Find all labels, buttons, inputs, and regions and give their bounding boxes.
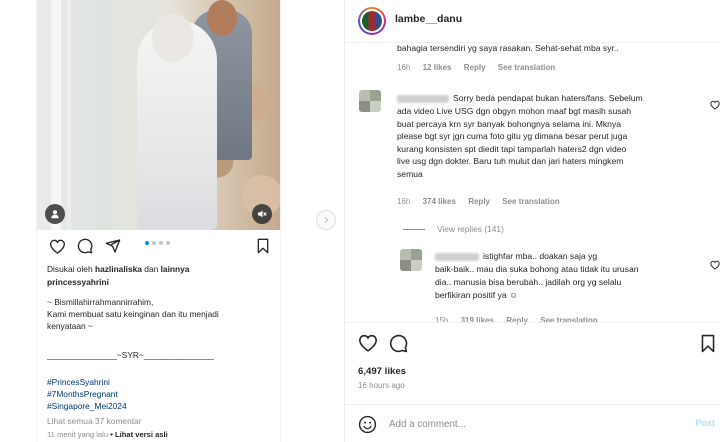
comment-text: live usg dgn dokter. Baru tuh mulut dan … bbox=[397, 156, 624, 166]
next-arrow-button[interactable] bbox=[316, 210, 336, 230]
reply-button[interactable]: Reply bbox=[464, 63, 486, 72]
comment-text: bahagia tersendiri yg saya rasakan. Seha… bbox=[397, 43, 619, 53]
hashtag-link[interactable]: #PrincesSyahrini bbox=[47, 376, 277, 388]
liked-by-prefix: Disukai oleh bbox=[47, 264, 93, 274]
see-translation-link[interactable]: See translation bbox=[502, 197, 559, 206]
add-comment-bar: Post bbox=[345, 404, 720, 442]
post-time: 11 menit yang lalu bbox=[47, 430, 109, 439]
like-comment-heart-icon[interactable] bbox=[710, 100, 720, 110]
liked-by-line: Disukai oleh hazlinaliska dan lainnya bbox=[47, 263, 277, 275]
comment-likes[interactable]: 12 likes bbox=[423, 63, 452, 72]
commenter-username-blurred[interactable] bbox=[397, 95, 449, 103]
tagged-user-icon[interactable] bbox=[45, 204, 65, 224]
share-icon[interactable] bbox=[103, 236, 123, 256]
view-replies-button[interactable]: View replies (141) bbox=[403, 224, 504, 234]
embedded-post-screenshot: Disukai oleh hazlinaliska dan lainnya pr… bbox=[36, 0, 281, 442]
header-username[interactable]: lambe__danu bbox=[395, 13, 462, 25]
comment-meta: 16h 12 likes Reply See translation bbox=[397, 63, 565, 72]
comment-text: ada video Live USG dgn obgyn mohon maaf … bbox=[397, 106, 632, 116]
comment-time: 16h bbox=[397, 63, 411, 72]
heart-icon[interactable] bbox=[357, 332, 379, 354]
comment-text: please bgt syr jgn cuma foto gitu yg dim… bbox=[397, 131, 628, 141]
post-time-line: 11 menit yang lalu • Lihat versi asli bbox=[47, 429, 277, 441]
caption-line: ~ Bismillahirrahmannirrahim, bbox=[47, 297, 154, 307]
see-translation-link[interactable]: See translation bbox=[498, 63, 555, 72]
view-replies-label: View replies (141) bbox=[437, 224, 504, 234]
hashtag-link[interactable]: #7MonthsPregnant bbox=[47, 388, 277, 400]
caption-line: Kami membuat satu keinginan dan itu menj… bbox=[47, 309, 219, 319]
reply-text: berfikiran positif ya ☺ bbox=[435, 290, 518, 300]
view-replies-line bbox=[403, 228, 425, 230]
post-header: lambe__danu bbox=[345, 0, 720, 42]
reply-button[interactable]: Reply bbox=[468, 197, 490, 206]
liked-by-and: dan bbox=[144, 264, 159, 274]
liked-by-others[interactable]: lainnya bbox=[161, 264, 190, 274]
reply-text: baik-baik.. mau dia suka bohong atau tid… bbox=[435, 264, 639, 274]
reply-likes[interactable]: 319 likes bbox=[461, 316, 494, 325]
reply-text: istighfar mba.. doakan saja yg bbox=[483, 251, 598, 261]
add-comment-input[interactable] bbox=[389, 417, 689, 431]
liked-by-user[interactable]: hazlinaliska bbox=[95, 264, 142, 274]
see-translation-link[interactable]: See translation bbox=[540, 316, 597, 325]
comment-meta: 16h 374 likes Reply See translation bbox=[397, 197, 570, 206]
post-photo[interactable] bbox=[37, 0, 280, 230]
comment-time: 16h bbox=[397, 197, 411, 206]
comment-icon[interactable] bbox=[75, 236, 95, 256]
commenter-avatar[interactable] bbox=[359, 90, 381, 112]
see-original-link[interactable]: • Lihat versi asli bbox=[110, 430, 168, 439]
caption-signature: _______________~SYR~_______________ bbox=[47, 350, 214, 360]
caption-author[interactable]: princessyahrini bbox=[47, 276, 277, 288]
decor-pole bbox=[67, 0, 71, 230]
photo-man-head bbox=[207, 0, 237, 36]
hashtag-link[interactable]: #Singapore_Mei2024 bbox=[47, 400, 277, 412]
reply-meta: 15h 319 likes Reply See translation bbox=[435, 316, 608, 325]
photo-woman-hijab bbox=[152, 14, 194, 62]
reply-avatar[interactable] bbox=[400, 249, 422, 271]
mute-icon[interactable] bbox=[252, 204, 272, 224]
view-all-comments-link[interactable]: Lihat semua 37 komentar bbox=[47, 415, 277, 427]
post-comment-button[interactable]: Post bbox=[695, 418, 715, 428]
decor-pole bbox=[51, 0, 61, 230]
reply-time: 15h bbox=[435, 316, 449, 325]
comment-likes[interactable]: 374 likes bbox=[423, 197, 456, 206]
caption-line: kenyataan ~ bbox=[47, 321, 93, 331]
comment-text: semua bbox=[397, 168, 423, 179]
comment-text: kurang konsisten spt diedit tapi tamparl… bbox=[397, 143, 627, 154]
reply-username-blurred[interactable] bbox=[435, 253, 479, 261]
post-actions bbox=[47, 236, 273, 258]
heart-icon[interactable] bbox=[47, 236, 67, 256]
post-actions-bar bbox=[357, 332, 720, 356]
emoji-icon[interactable] bbox=[358, 415, 377, 439]
reply-button[interactable]: Reply bbox=[506, 316, 528, 325]
avatar[interactable] bbox=[358, 7, 386, 35]
embedded-post-panel: Disukai oleh hazlinaliska dan lainnya pr… bbox=[0, 0, 344, 442]
comment-text: buat percaya krn syr banyak bohongnya se… bbox=[397, 118, 622, 129]
comment-icon[interactable] bbox=[387, 332, 409, 354]
bookmark-icon[interactable] bbox=[697, 332, 719, 354]
comments-panel: lambe__danu bahagia tersendiri yg saya r… bbox=[344, 0, 720, 442]
bookmark-icon[interactable] bbox=[253, 236, 273, 256]
actions-divider bbox=[345, 322, 720, 323]
reply-text: dia.. manusia bisa berubah.. jadilah org… bbox=[435, 277, 622, 287]
posted-time[interactable]: 16 hours ago bbox=[358, 381, 405, 390]
comment-text: Sorry beda pendapat bukan haters/fans. S… bbox=[453, 93, 643, 103]
like-reply-heart-icon[interactable] bbox=[710, 260, 720, 270]
likes-count[interactable]: 6,497 likes bbox=[358, 366, 406, 377]
